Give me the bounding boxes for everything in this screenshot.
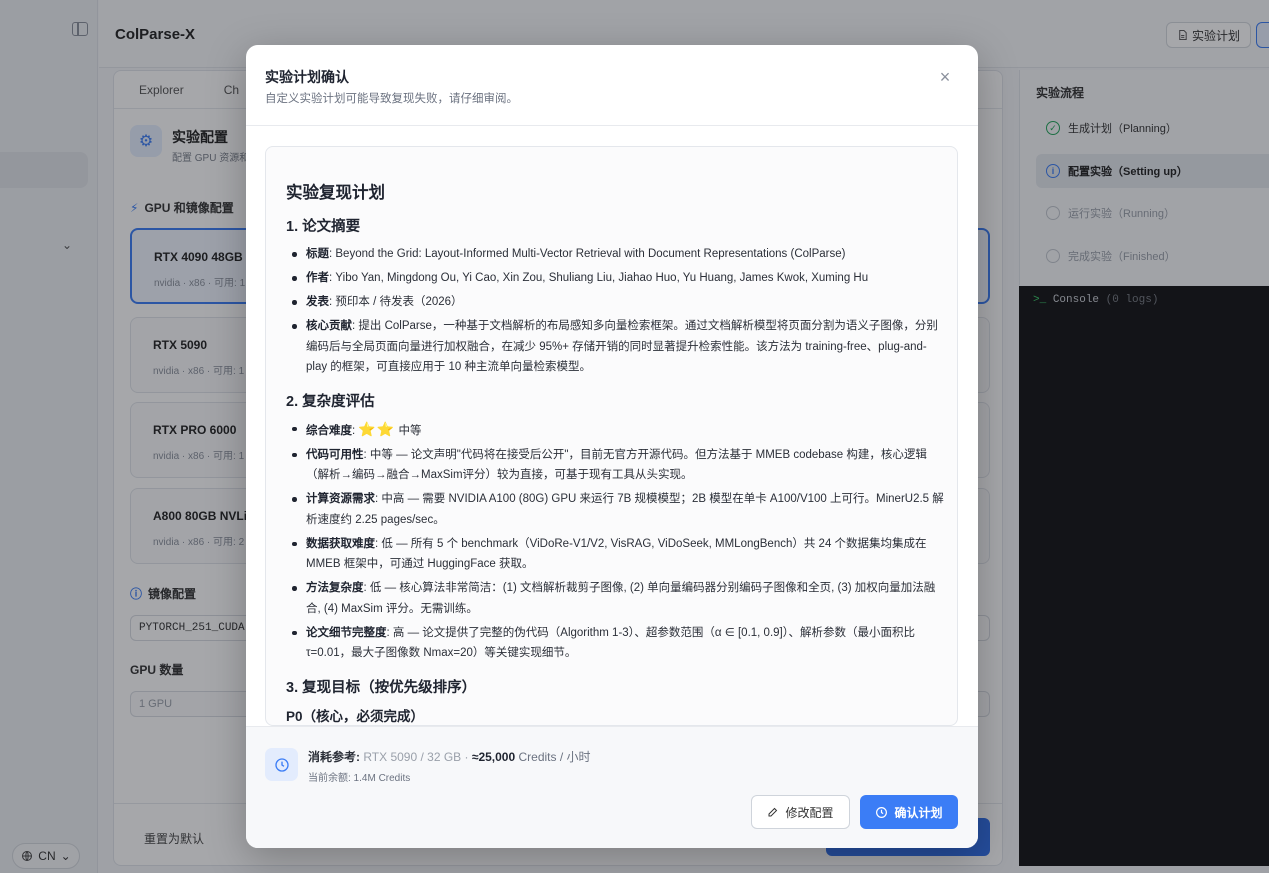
cost-unit: Credits / 小时 xyxy=(518,750,591,764)
list-item: 代码可用性: 中等 — 论文声明"代码将在接受后公开"，目前无官方开源代码。但方… xyxy=(286,445,946,486)
credit-balance: 当前余额: 1.4M Credits xyxy=(308,773,411,784)
summary-list: 标题: Beyond the Grid: Layout-Informed Mul… xyxy=(286,244,946,378)
section-heading: 2. 复杂度评估 xyxy=(286,393,375,410)
clock-icon xyxy=(265,748,298,781)
dialog-title: 实验计划确认 xyxy=(265,69,349,85)
section-heading: 1. 论文摘要 xyxy=(286,219,361,235)
close-icon[interactable]: × xyxy=(936,68,954,87)
edit-config-button[interactable]: 修改配置 xyxy=(751,795,850,829)
list-item: 标题: Beyond the Grid: Layout-Informed Mul… xyxy=(286,244,946,265)
subsection-heading: P0（核心，必须完成） xyxy=(286,708,425,724)
list-item: 核心贡献: 提出 ColParse，一种基于文档解析的布局感知多向量检索框架。通… xyxy=(286,316,946,378)
clock-icon xyxy=(876,806,888,818)
list-item: 计算资源需求: 中高 — 需要 NVIDIA A100 (80G) GPU 来运… xyxy=(286,489,946,530)
confirm-plan-label: 确认计划 xyxy=(894,805,943,820)
complexity-list: 综合难度: ⭐⭐ 中等 代码可用性: 中等 — 论文声明"代码将在接受后公开"，… xyxy=(286,419,946,664)
cost-label: 消耗参考: xyxy=(308,750,360,764)
list-item: 综合难度: ⭐⭐ 中等 xyxy=(286,419,946,442)
section-heading: 3. 复现目标（按优先级排序） xyxy=(286,679,477,696)
list-item: 方法复杂度: 低 — 核心算法非常简洁：(1) 文档解析裁剪子图像, (2) 单… xyxy=(286,578,946,619)
cost-gpu: RTX 5090 / 32 GB · xyxy=(363,750,469,764)
dialog-footer: 消耗参考: RTX 5090 / 32 GB · ≈25,000 Credits… xyxy=(246,726,978,848)
plan-confirm-dialog: 实验计划确认 自定义实验计划可能导致复现失败，请仔细审阅。 × 实验复现计划 1… xyxy=(246,45,978,848)
list-item: 作者: Yibo Yan, Mingdong Ou, Yi Cao, Xin Z… xyxy=(286,268,946,289)
pencil-icon xyxy=(768,807,778,817)
confirm-plan-button[interactable]: 确认计划 xyxy=(860,795,958,829)
dialog-subtitle: 自定义实验计划可能导致复现失败，请仔细审阅。 xyxy=(265,93,518,105)
list-item: 发表: 预印本 / 待发表（2026） xyxy=(286,292,946,313)
list-item: 数据获取难度: 低 — 所有 5 个 benchmark（ViDoRe-V1/V… xyxy=(286,534,946,575)
star-rating: ⭐⭐ xyxy=(358,420,396,437)
plan-document: 实验复现计划 1. 论文摘要 标题: Beyond the Grid: Layo… xyxy=(286,179,946,725)
dialog-header: 实验计划确认 自定义实验计划可能导致复现失败，请仔细审阅。 × xyxy=(246,45,978,126)
cost-value: ≈25,000 xyxy=(471,750,516,764)
edit-config-label: 修改配置 xyxy=(785,805,834,820)
cost-estimate: 消耗参考: RTX 5090 / 32 GB · ≈25,000 Credits… xyxy=(308,748,591,765)
plan-title: 实验复现计划 xyxy=(286,184,385,202)
plan-content-scroll[interactable]: 实验复现计划 1. 论文摘要 标题: Beyond the Grid: Layo… xyxy=(265,146,958,726)
list-item: 论文细节完整度: 高 — 论文提供了完整的伪代码（Algorithm 1-3）、… xyxy=(286,623,946,664)
